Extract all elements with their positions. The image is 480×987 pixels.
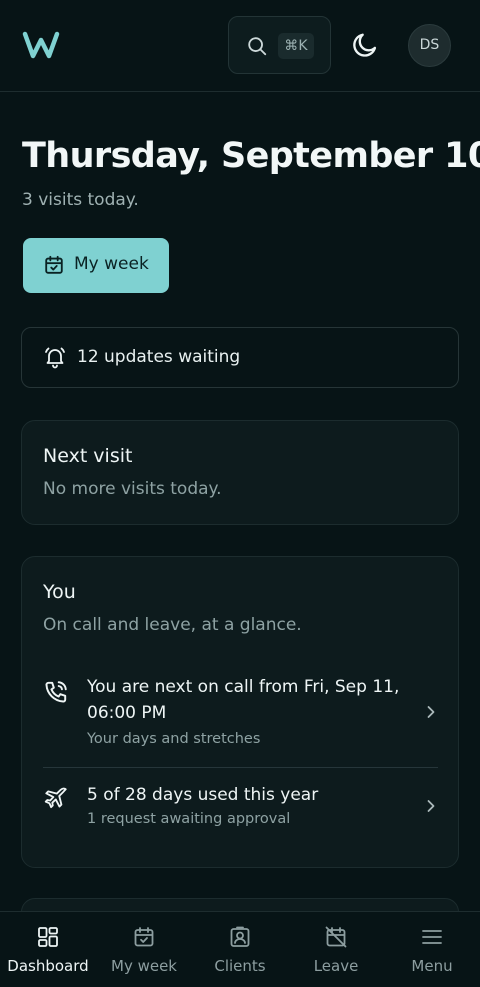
search-icon [248,37,267,56]
nav-clients-label: Clients [214,957,266,975]
next-visit-title: Next visit [43,445,133,467]
on-call-line-2: 06:00 PM [87,703,167,723]
menu-icon [422,930,442,944]
client-card-icon [230,926,250,947]
leave-row[interactable]: 5 of 28 days used this year 1 request aw… [43,783,438,831]
nav-clients[interactable]: Clients [192,912,288,987]
plane-icon [44,787,67,809]
leave-subtitle: 1 request awaiting approval [87,811,291,827]
page-title: Thursday, September 10 [22,136,480,176]
search-button[interactable]: ⌘K [228,16,331,74]
nav-menu-label: Menu [411,957,453,975]
page-subtitle: 3 visits today. [22,190,139,210]
bell-ring-icon [45,347,65,369]
user-avatar[interactable]: DS [408,24,451,67]
top-bar: ⌘K DS [0,0,480,92]
calendar-check-icon [134,927,154,947]
calendar-off-icon [325,926,347,948]
calendar-check-icon [45,255,63,274]
nav-dashboard-label: Dashboard [7,957,89,975]
on-call-subtitle: Your days and stretches [87,731,261,747]
nav-dashboard[interactable]: Dashboard [0,912,96,987]
you-card-subtitle: On call and leave, at a glance. [43,615,302,635]
nav-leave-label: Leave [313,957,359,975]
leave-summary: 5 of 28 days used this year [87,785,319,805]
you-card: You On call and leave, at a glance. You … [21,556,459,868]
nav-leave[interactable]: Leave [288,912,384,987]
moon-icon[interactable] [351,31,379,59]
app-root: ⌘K DS Thursday, September 10 3 visits to… [0,0,480,987]
updates-label: 12 updates waiting [77,347,241,367]
you-card-title: You [43,581,76,603]
nav-my-week[interactable]: My week [96,912,192,987]
dashboard-grid-icon [38,927,58,947]
chevron-right-icon [427,706,435,718]
next-visit-card: Next visit No more visits today. [21,420,459,525]
on-call-row[interactable]: You are next on call from Fri, Sep 11, 0… [43,675,438,753]
chevron-right-icon [427,800,435,812]
my-week-button[interactable]: My week [23,238,169,293]
nav-menu[interactable]: Menu [384,912,480,987]
on-call-line-1: You are next on call from Fri, Sep 11, [87,677,400,697]
nav-my-week-label: My week [111,957,177,975]
row-divider [43,767,438,768]
app-logo[interactable] [22,30,60,60]
phone-call-icon [45,681,67,703]
bottom-nav: Dashboard My week Clients Leave Menu [0,911,480,987]
updates-banner[interactable]: 12 updates waiting [21,327,459,388]
search-shortcut-badge: ⌘K [278,33,314,59]
my-week-button-label: My week [74,254,149,274]
next-visit-subtitle: No more visits today. [43,479,222,499]
